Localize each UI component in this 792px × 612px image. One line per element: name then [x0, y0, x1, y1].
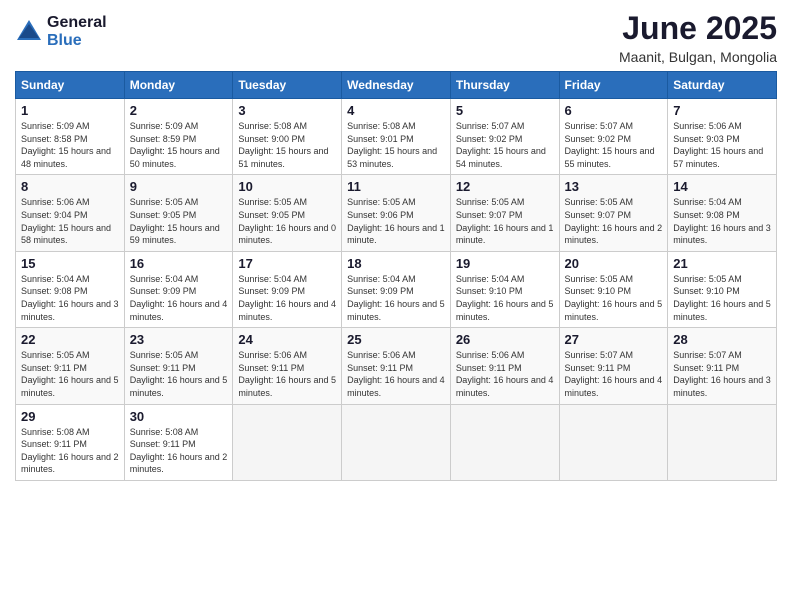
header-saturday: Saturday [668, 72, 777, 99]
day-7: 7 Sunrise: 5:06 AMSunset: 9:03 PMDayligh… [668, 99, 777, 175]
calendar-week-5: 29 Sunrise: 5:08 AMSunset: 9:11 PMDaylig… [16, 404, 777, 480]
day-8: 8 Sunrise: 5:06 AMSunset: 9:04 PMDayligh… [16, 175, 125, 251]
day-11: 11 Sunrise: 5:05 AMSunset: 9:06 PMDaylig… [342, 175, 451, 251]
day-18: 18 Sunrise: 5:04 AMSunset: 9:09 PMDaylig… [342, 251, 451, 327]
header-monday: Monday [124, 72, 233, 99]
header-wednesday: Wednesday [342, 72, 451, 99]
header-friday: Friday [559, 72, 668, 99]
calendar-week-3: 15 Sunrise: 5:04 AMSunset: 9:08 PMDaylig… [16, 251, 777, 327]
day-23: 23 Sunrise: 5:05 AMSunset: 9:11 PMDaylig… [124, 328, 233, 404]
day-28: 28 Sunrise: 5:07 AMSunset: 9:11 PMDaylig… [668, 328, 777, 404]
calendar-week-4: 22 Sunrise: 5:05 AMSunset: 9:11 PMDaylig… [16, 328, 777, 404]
day-9: 9 Sunrise: 5:05 AMSunset: 9:05 PMDayligh… [124, 175, 233, 251]
day-14: 14 Sunrise: 5:04 AMSunset: 9:08 PMDaylig… [668, 175, 777, 251]
calendar-week-2: 8 Sunrise: 5:06 AMSunset: 9:04 PMDayligh… [16, 175, 777, 251]
calendar-week-1: 1 Sunrise: 5:09 AMSunset: 8:58 PMDayligh… [16, 99, 777, 175]
day-17: 17 Sunrise: 5:04 AMSunset: 9:09 PMDaylig… [233, 251, 342, 327]
day-1: 1 Sunrise: 5:09 AMSunset: 8:58 PMDayligh… [16, 99, 125, 175]
day-24: 24 Sunrise: 5:06 AMSunset: 9:11 PMDaylig… [233, 328, 342, 404]
calendar-header-row: Sunday Monday Tuesday Wednesday Thursday… [16, 72, 777, 99]
location-subtitle: Maanit, Bulgan, Mongolia [619, 49, 777, 65]
logo-general: General [47, 14, 107, 32]
calendar-table: Sunday Monday Tuesday Wednesday Thursday… [15, 71, 777, 481]
day-12: 12 Sunrise: 5:05 AMSunset: 9:07 PMDaylig… [450, 175, 559, 251]
logo-icon [15, 18, 43, 46]
logo-text: General Blue [47, 14, 107, 49]
day-20: 20 Sunrise: 5:05 AMSunset: 9:10 PMDaylig… [559, 251, 668, 327]
title-area: June 2025 Maanit, Bulgan, Mongolia [619, 10, 777, 65]
header-thursday: Thursday [450, 72, 559, 99]
day-27: 27 Sunrise: 5:07 AMSunset: 9:11 PMDaylig… [559, 328, 668, 404]
day-2: 2 Sunrise: 5:09 AMSunset: 8:59 PMDayligh… [124, 99, 233, 175]
day-6: 6 Sunrise: 5:07 AMSunset: 9:02 PMDayligh… [559, 99, 668, 175]
day-5: 5 Sunrise: 5:07 AMSunset: 9:02 PMDayligh… [450, 99, 559, 175]
day-3: 3 Sunrise: 5:08 AMSunset: 9:00 PMDayligh… [233, 99, 342, 175]
page-header: General Blue June 2025 Maanit, Bulgan, M… [15, 10, 777, 65]
day-26: 26 Sunrise: 5:06 AMSunset: 9:11 PMDaylig… [450, 328, 559, 404]
month-title: June 2025 [619, 10, 777, 47]
logo: General Blue [15, 14, 107, 49]
header-tuesday: Tuesday [233, 72, 342, 99]
day-22: 22 Sunrise: 5:05 AMSunset: 9:11 PMDaylig… [16, 328, 125, 404]
header-sunday: Sunday [16, 72, 125, 99]
day-16: 16 Sunrise: 5:04 AMSunset: 9:09 PMDaylig… [124, 251, 233, 327]
empty-cell-4 [559, 404, 668, 480]
logo-blue: Blue [47, 32, 107, 50]
day-30: 30 Sunrise: 5:08 AMSunset: 9:11 PMDaylig… [124, 404, 233, 480]
empty-cell-5 [668, 404, 777, 480]
empty-cell-3 [450, 404, 559, 480]
day-19: 19 Sunrise: 5:04 AMSunset: 9:10 PMDaylig… [450, 251, 559, 327]
day-4: 4 Sunrise: 5:08 AMSunset: 9:01 PMDayligh… [342, 99, 451, 175]
day-21: 21 Sunrise: 5:05 AMSunset: 9:10 PMDaylig… [668, 251, 777, 327]
day-29: 29 Sunrise: 5:08 AMSunset: 9:11 PMDaylig… [16, 404, 125, 480]
empty-cell-2 [342, 404, 451, 480]
day-15: 15 Sunrise: 5:04 AMSunset: 9:08 PMDaylig… [16, 251, 125, 327]
day-25: 25 Sunrise: 5:06 AMSunset: 9:11 PMDaylig… [342, 328, 451, 404]
day-10: 10 Sunrise: 5:05 AMSunset: 9:05 PMDaylig… [233, 175, 342, 251]
day-13: 13 Sunrise: 5:05 AMSunset: 9:07 PMDaylig… [559, 175, 668, 251]
empty-cell-1 [233, 404, 342, 480]
